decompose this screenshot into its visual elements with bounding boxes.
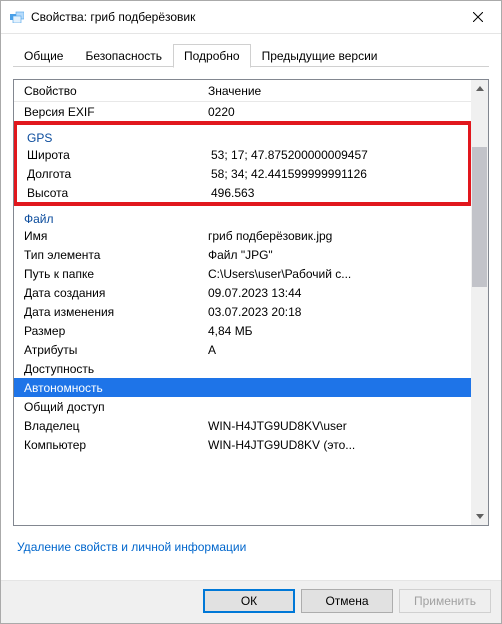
value: 09.07.2023 13:44 [204,286,471,300]
scroll-down-button[interactable] [471,508,488,525]
row-attributes[interactable]: Атрибуты A [14,340,471,359]
label: Доступность [14,362,204,376]
label: Размер [14,324,204,338]
row-modified[interactable]: Дата изменения 03.07.2023 20:18 [14,302,471,321]
tab-security[interactable]: Безопасность [74,44,173,67]
label: Версия EXIF [14,105,204,119]
properties-list[interactable]: Свойство Значение Версия EXIF 0220 GPS Ш… [13,79,489,526]
tab-previous-versions[interactable]: Предыдущие версии [251,44,389,67]
label: Тип элемента [14,248,204,262]
label: Долгота [17,167,207,181]
label: Общий доступ [14,400,204,414]
row-offline[interactable]: Автономность [14,378,471,397]
label: Автономность [14,381,204,395]
app-icon [9,9,25,25]
value: гриб подберёзовик.jpg [204,229,471,243]
close-button[interactable] [455,1,501,33]
value: 58; 34; 42.441599999991126 [207,167,468,181]
header-value[interactable]: Значение [204,84,471,98]
gps-highlight: GPS Широта 53; 17; 47.875200000009457 До… [14,121,471,206]
group-gps: GPS [17,125,468,145]
label: Владелец [14,419,204,433]
row-longitude[interactable]: Долгота 58; 34; 42.441599999991126 [17,164,468,183]
header-property[interactable]: Свойство [14,84,204,98]
value: WIN-H4JTG9UD8KV (это... [204,438,471,452]
tab-strip: Общие Безопасность Подробно Предыдущие в… [1,34,501,67]
ok-button[interactable]: ОК [203,589,295,613]
tab-general[interactable]: Общие [13,44,74,67]
value: Файл "JPG" [204,248,471,262]
label: Широта [17,148,207,162]
list-viewport: Свойство Значение Версия EXIF 0220 GPS Ш… [14,80,471,525]
row-owner[interactable]: Владелец WIN-H4JTG9UD8KV\user [14,416,471,435]
row-created[interactable]: Дата создания 09.07.2023 13:44 [14,283,471,302]
label: Компьютер [14,438,204,452]
value: 4,84 МБ [204,324,471,338]
group-file: Файл [14,206,471,226]
value: 03.07.2023 20:18 [204,305,471,319]
titlebar: Свойства: гриб подберёзовик [1,1,501,33]
label: Высота [17,186,207,200]
row-path[interactable]: Путь к папке C:\Users\user\Рабочий с... [14,264,471,283]
vertical-scrollbar[interactable] [471,80,488,525]
row-availability[interactable]: Доступность [14,359,471,378]
row-name[interactable]: Имя гриб подберёзовик.jpg [14,226,471,245]
value: 53; 17; 47.875200000009457 [207,148,468,162]
scroll-up-button[interactable] [471,80,488,97]
value: 496.563 [207,186,468,200]
window-title: Свойства: гриб подберёзовик [31,10,455,24]
dialog-buttons: ОК Отмена Применить [1,580,501,623]
apply-button[interactable]: Применить [399,589,491,613]
label: Дата создания [14,286,204,300]
remove-properties-link[interactable]: Удаление свойств и личной информации [17,540,246,554]
details-panel: Свойство Значение Версия EXIF 0220 GPS Ш… [1,67,501,580]
value: 0220 [204,105,471,119]
label: Атрибуты [14,343,204,357]
row-altitude[interactable]: Высота 496.563 [17,183,468,202]
cancel-button[interactable]: Отмена [301,589,393,613]
value: A [204,343,471,357]
row-latitude[interactable]: Широта 53; 17; 47.875200000009457 [17,145,468,164]
row-computer[interactable]: Компьютер WIN-H4JTG9UD8KV (это... [14,435,471,454]
value: WIN-H4JTG9UD8KV\user [204,419,471,433]
row-size[interactable]: Размер 4,84 МБ [14,321,471,340]
row-type[interactable]: Тип элемента Файл "JPG" [14,245,471,264]
label: Имя [14,229,204,243]
column-headers: Свойство Значение [14,80,471,102]
label: Дата изменения [14,305,204,319]
value: C:\Users\user\Рабочий с... [204,267,471,281]
row-exif-version[interactable]: Версия EXIF 0220 [14,102,471,121]
scroll-thumb[interactable] [472,147,487,287]
label: Путь к папке [14,267,204,281]
tab-details[interactable]: Подробно [173,44,251,68]
row-shared[interactable]: Общий доступ [14,397,471,416]
properties-dialog: Свойства: гриб подберёзовик Общие Безопа… [0,0,502,624]
scroll-track[interactable] [471,97,488,508]
